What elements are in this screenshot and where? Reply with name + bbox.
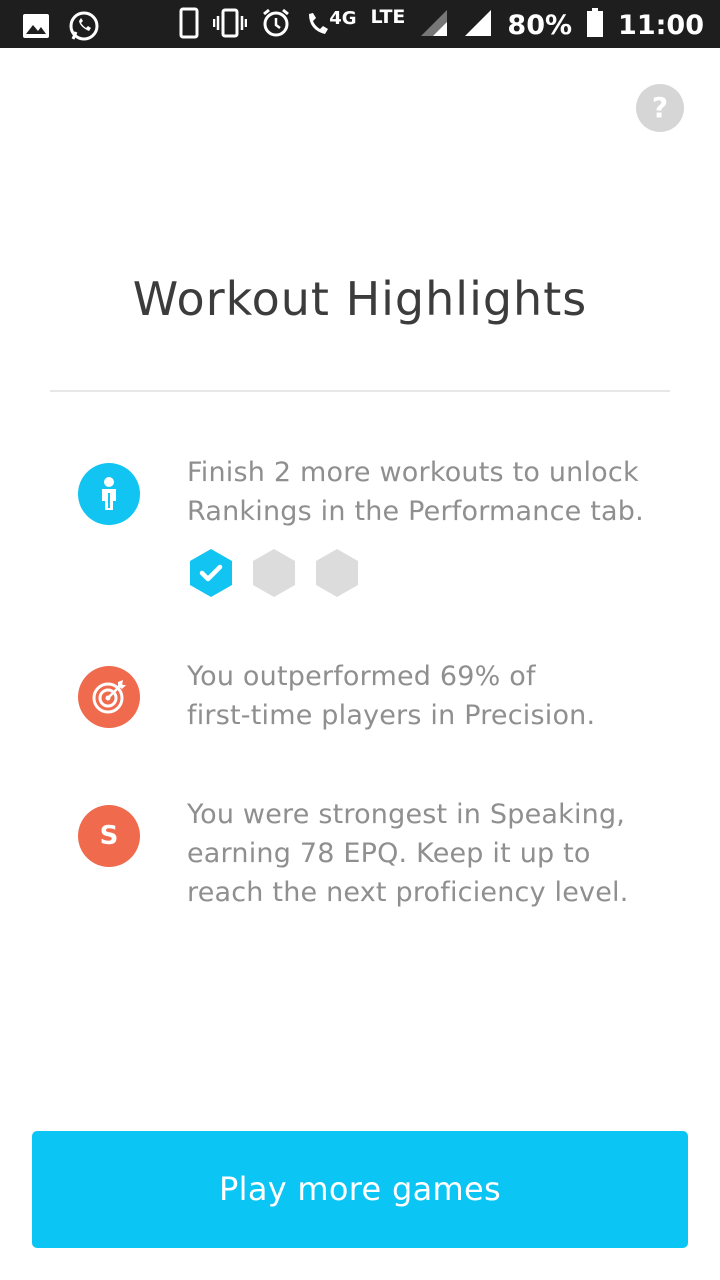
highlight-text: Finish 2 more workouts to unlock Ranking… xyxy=(187,457,644,527)
icon-letter: S xyxy=(99,821,119,851)
divider xyxy=(50,390,670,392)
battery-percent: 80% xyxy=(507,9,573,41)
whatsapp-icon xyxy=(68,10,100,46)
highlight-text: You were strongest in Speaking, earning … xyxy=(187,799,629,908)
vibrate-icon xyxy=(212,8,248,42)
target-icon xyxy=(78,666,140,728)
signal-icon xyxy=(419,8,449,42)
person-icon xyxy=(78,463,140,525)
battery-icon xyxy=(586,8,604,42)
signal-icon xyxy=(463,8,493,42)
progress-step-incomplete xyxy=(252,548,296,598)
help-button[interactable]: ? xyxy=(636,84,684,132)
workout-progress xyxy=(189,548,359,598)
lte-label: LTE xyxy=(370,6,406,28)
play-more-games-button[interactable]: Play more games xyxy=(32,1131,688,1248)
gallery-icon xyxy=(22,13,50,43)
progress-step-complete xyxy=(189,548,233,598)
alarm-icon xyxy=(261,8,291,42)
phone-icon xyxy=(179,7,199,43)
progress-step-incomplete xyxy=(315,548,359,598)
highlight-text: You outperformed 69% of first-time playe… xyxy=(187,661,596,731)
status-bar: 4G LTE 80% 11:00 xyxy=(0,0,720,48)
letter-s-icon: S xyxy=(78,805,140,867)
call-icon xyxy=(305,8,329,42)
clock: 11:00 xyxy=(618,9,704,41)
page-title: Workout Highlights xyxy=(132,272,588,326)
network-label: 4G xyxy=(329,8,357,29)
